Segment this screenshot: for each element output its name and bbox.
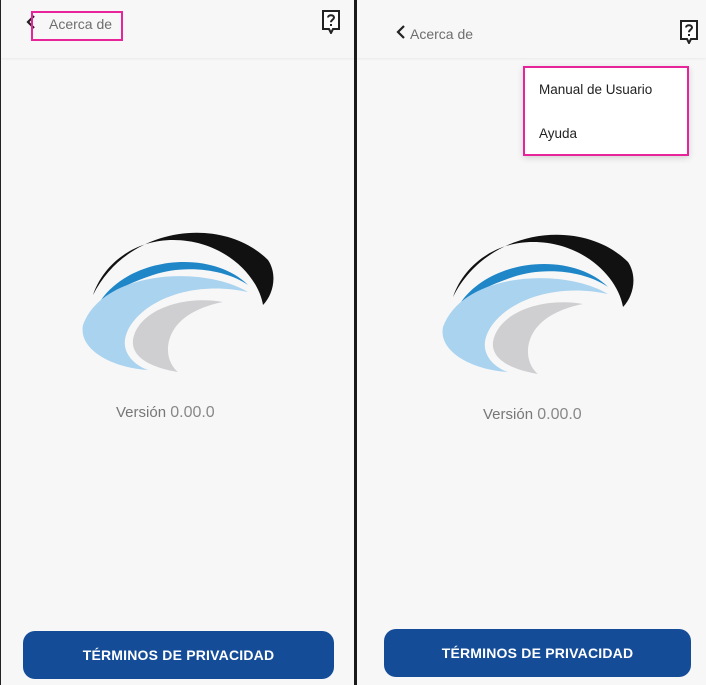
version-label: Versión [483, 406, 534, 423]
page-title: Acerca de [410, 26, 474, 42]
version-number: 0.00.0 [537, 406, 582, 423]
app-bar: Acerca de [357, 0, 706, 58]
swoosh-logo [73, 210, 283, 380]
version-text: Versión 0.00.0 [116, 404, 215, 422]
privacy-terms-label: TÉRMINOS DE PRIVACIDAD [441, 645, 634, 661]
help-dropdown-menu: Manual de Usuario Ayuda [523, 66, 689, 156]
question-mark-icon[interactable] [679, 20, 699, 46]
about-screen-left: Acerca de Versión 0.00.0 TÉRMINOS DE PRI… [0, 0, 354, 685]
title-highlight-box [31, 11, 123, 41]
question-mark-icon[interactable] [321, 10, 341, 36]
version-text: Versión 0.00.0 [483, 406, 582, 424]
privacy-terms-button[interactable]: TÉRMINOS DE PRIVACIDAD [23, 631, 334, 679]
app-bar: Acerca de [1, 0, 354, 58]
swoosh-logo [433, 212, 643, 382]
version-label: Versión [116, 404, 167, 421]
version-number: 0.00.0 [170, 404, 215, 421]
menu-item-user-manual[interactable]: Manual de Usuario [539, 82, 652, 97]
privacy-terms-label: TÉRMINOS DE PRIVACIDAD [82, 647, 275, 663]
chevron-left-icon[interactable] [391, 20, 411, 44]
menu-item-help[interactable]: Ayuda [539, 126, 577, 141]
privacy-terms-button[interactable]: TÉRMINOS DE PRIVACIDAD [384, 629, 691, 677]
about-screen-right: Acerca de Versión 0.00.0 TÉRMINOS DE PRI… [357, 0, 706, 685]
